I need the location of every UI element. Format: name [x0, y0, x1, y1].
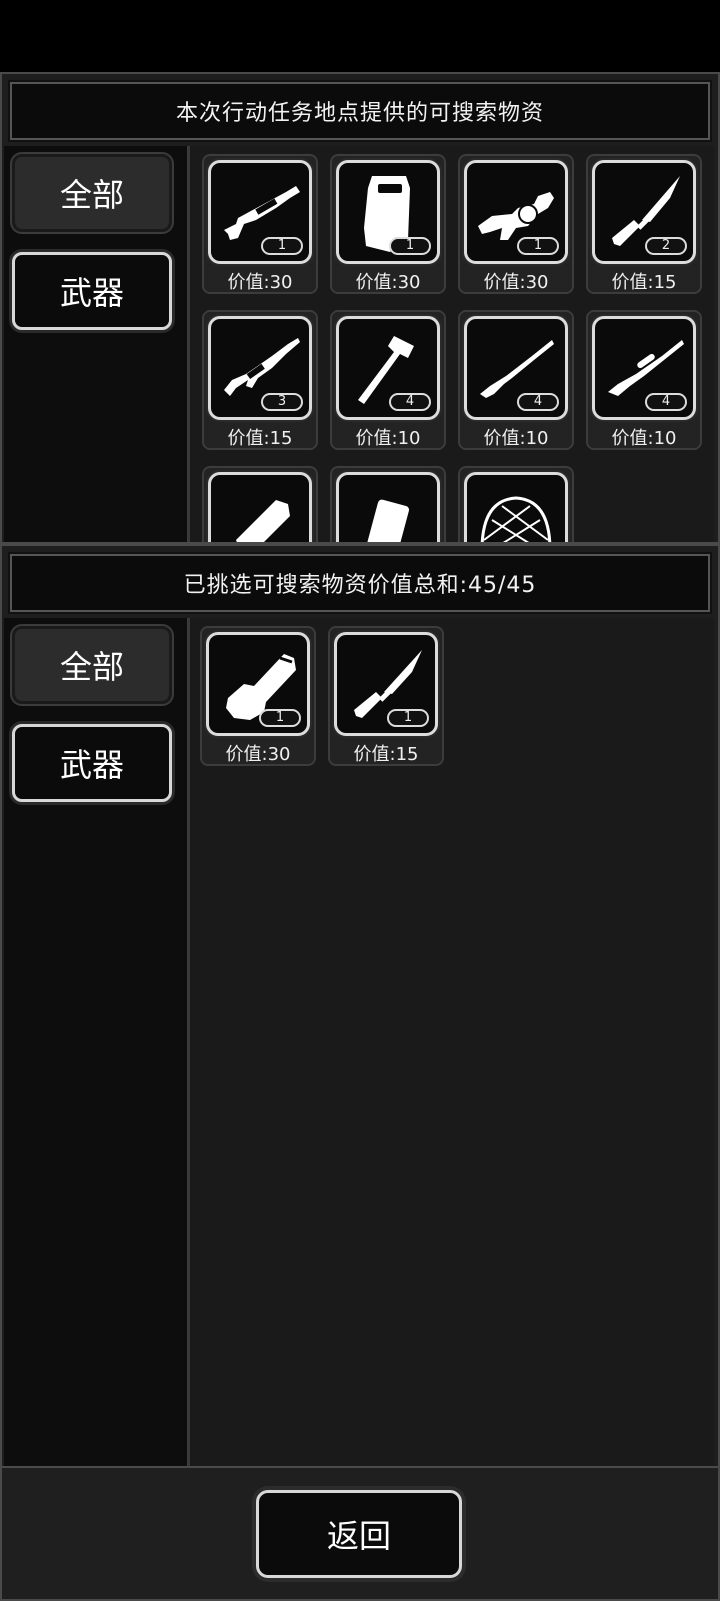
riot-shield-icon: 1 — [336, 160, 440, 264]
selected-category-sidebar: 全部 武器 — [4, 618, 190, 1466]
item-count-badge: 3 — [261, 393, 303, 411]
item-card[interactable] — [202, 466, 318, 542]
item-count-badge: 4 — [389, 393, 431, 411]
tab-weapons[interactable]: 武器 — [12, 724, 172, 802]
item-card[interactable]: 1 价值:30 — [200, 626, 316, 766]
item-card[interactable]: 2 价值:15 — [586, 154, 702, 294]
item-card[interactable]: 1 价值:30 — [202, 154, 318, 294]
combat-knife-icon: 2 — [592, 160, 696, 264]
shotgun-icon: 1 — [208, 160, 312, 264]
item-card[interactable]: 4 价值:10 — [330, 310, 446, 450]
tab-weapons[interactable]: 武器 — [12, 252, 172, 330]
chainsaw-icon — [208, 472, 312, 542]
item-card[interactable] — [458, 466, 574, 542]
item-price: 价值:30 — [225, 744, 291, 765]
tab-all[interactable]: 全部 — [12, 154, 172, 232]
available-items-panel: 本次行动任务地点提供的可搜索物资 全部 武器 1 价值:30 1 价值:30 1… — [0, 72, 720, 544]
item-card[interactable] — [330, 466, 446, 542]
selected-items-panel: 已挑选可搜索物资价值总和:45/45 全部 武器 1 价值:30 1 价值:15 — [0, 544, 720, 1468]
fire-axe-icon: 4 — [336, 316, 440, 420]
chainsaw-icon: 1 — [206, 632, 310, 736]
sniper-rifle-icon: 4 — [592, 316, 696, 420]
selected-panel-title: 已挑选可搜索物资价值总和:45/45 — [8, 552, 712, 614]
helmet-net-icon — [464, 472, 568, 542]
item-count-badge: 4 — [517, 393, 559, 411]
selected-items-grid: 1 价值:30 1 价值:15 — [190, 618, 714, 1466]
item-price: 价值:15 — [611, 272, 677, 293]
item-count-badge: 1 — [259, 709, 301, 727]
item-price: 价值:10 — [611, 428, 677, 449]
item-count-badge: 2 — [645, 237, 687, 255]
available-panel-title: 本次行动任务地点提供的可搜索物资 — [8, 80, 712, 142]
item-price: 价值:10 — [483, 428, 549, 449]
item-card[interactable]: 1 价值:30 — [458, 154, 574, 294]
item-card[interactable]: 1 价值:15 — [328, 626, 444, 766]
item-card[interactable]: 4 价值:10 — [586, 310, 702, 450]
item-price: 价值:15 — [227, 428, 293, 449]
grenade-launcher-icon: 1 — [464, 160, 568, 264]
available-items-grid: 1 价值:30 1 价值:30 1 价值:30 2 价值:15 3 价值:15 … — [190, 146, 714, 542]
item-count-badge: 1 — [389, 237, 431, 255]
status-bar — [0, 0, 720, 72]
item-price: 价值:15 — [353, 744, 419, 765]
item-count-badge: 4 — [645, 393, 687, 411]
back-button[interactable]: 返回 — [256, 1490, 462, 1578]
tab-all[interactable]: 全部 — [12, 626, 172, 704]
bolt-action-rifle-icon: 4 — [464, 316, 568, 420]
available-category-sidebar: 全部 武器 — [4, 146, 190, 542]
bottom-bar: 返回 — [0, 1466, 720, 1601]
item-count-badge: 1 — [261, 237, 303, 255]
item-card[interactable]: 3 价值:15 — [202, 310, 318, 450]
item-card[interactable]: 4 价值:10 — [458, 310, 574, 450]
item-price: 价值:30 — [483, 272, 549, 293]
item-price: 价值:30 — [355, 272, 421, 293]
smoke-grenade-icon — [336, 472, 440, 542]
assault-rifle-icon: 3 — [208, 316, 312, 420]
combat-knife-icon: 1 — [334, 632, 438, 736]
item-count-badge: 1 — [387, 709, 429, 727]
item-count-badge: 1 — [517, 237, 559, 255]
item-card[interactable]: 1 价值:30 — [330, 154, 446, 294]
item-price: 价值:30 — [227, 272, 293, 293]
item-price: 价值:10 — [355, 428, 421, 449]
